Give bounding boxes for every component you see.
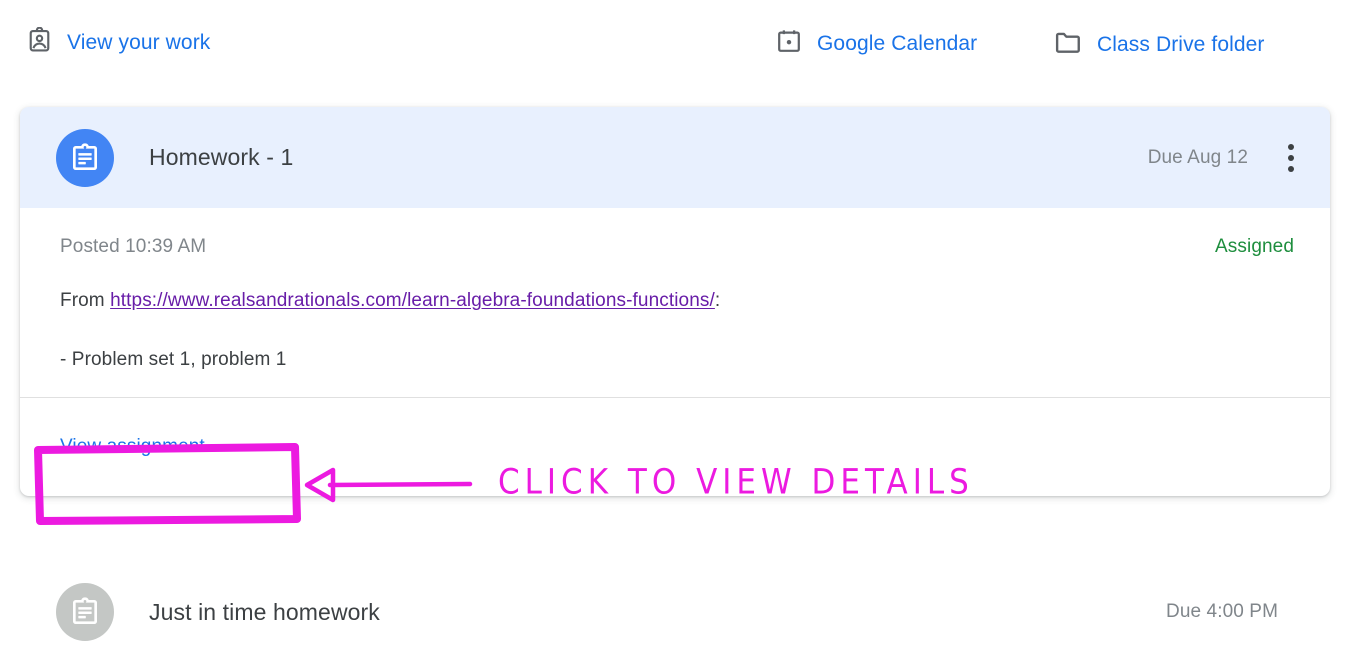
assignment-due-date: Due Aug 12	[1147, 146, 1248, 168]
quick-link-label: Class Drive folder	[1097, 32, 1265, 56]
assignment-card-footer: View assignment	[20, 398, 1330, 496]
quick-link-label: Google Calendar	[817, 31, 978, 55]
assignment-clipboard-icon	[56, 583, 114, 641]
assignment-due-date: Due 4:00 PM	[1166, 601, 1278, 622]
assignment-meta-row: Posted 10:39 AM Assigned	[60, 236, 1294, 258]
kebab-dot	[1288, 154, 1294, 161]
folder-icon	[1053, 27, 1083, 62]
assignment-posted-time: Posted 10:39 AM	[60, 236, 207, 257]
calendar-icon	[775, 27, 803, 60]
assignment-clipboard-icon	[56, 128, 114, 187]
quick-link-label: View your work	[67, 31, 211, 54]
assignment-card-header[interactable]: Homework - 1 Due Aug 12	[20, 107, 1330, 208]
assignment-description-line-2: - Problem set 1, problem 1	[60, 349, 287, 370]
quick-link-class-drive-folder[interactable]: Class Drive folder	[1053, 27, 1265, 62]
quick-link-google-calendar[interactable]: Google Calendar	[775, 27, 977, 60]
more-vert-icon[interactable]	[1276, 138, 1306, 178]
description-suffix: :	[714, 290, 721, 311]
assignment-title: Just in time homework	[149, 598, 380, 625]
assignment-card-body: Posted 10:39 AM Assigned From https://ww…	[20, 208, 1330, 397]
kebab-dot	[1288, 143, 1294, 150]
assignment-row-just-in-time-homework[interactable]: Just in time homework Due 4:00 PM	[20, 567, 1330, 657]
quick-links-bar: View your work Google Calendar Class Dri…	[0, 0, 1369, 90]
assignment-ind-icon	[26, 26, 53, 59]
kebab-dot	[1288, 165, 1294, 172]
status-badge: Assigned	[1215, 236, 1294, 257]
quick-link-view-your-work[interactable]: View your work	[26, 26, 211, 59]
view-assignment-button[interactable]: View assignment	[60, 436, 205, 458]
assignment-card[interactable]: Homework - 1 Due Aug 12 Posted 10:39 AM …	[20, 107, 1330, 496]
assignment-title: Homework - 1	[149, 144, 294, 170]
assignment-description-line-1: From https://www.realsandrationals.com/l…	[60, 290, 1294, 312]
description-prefix: From	[60, 290, 111, 311]
assignment-source-link[interactable]: https://www.realsandrationals.com/learn-…	[110, 290, 715, 311]
